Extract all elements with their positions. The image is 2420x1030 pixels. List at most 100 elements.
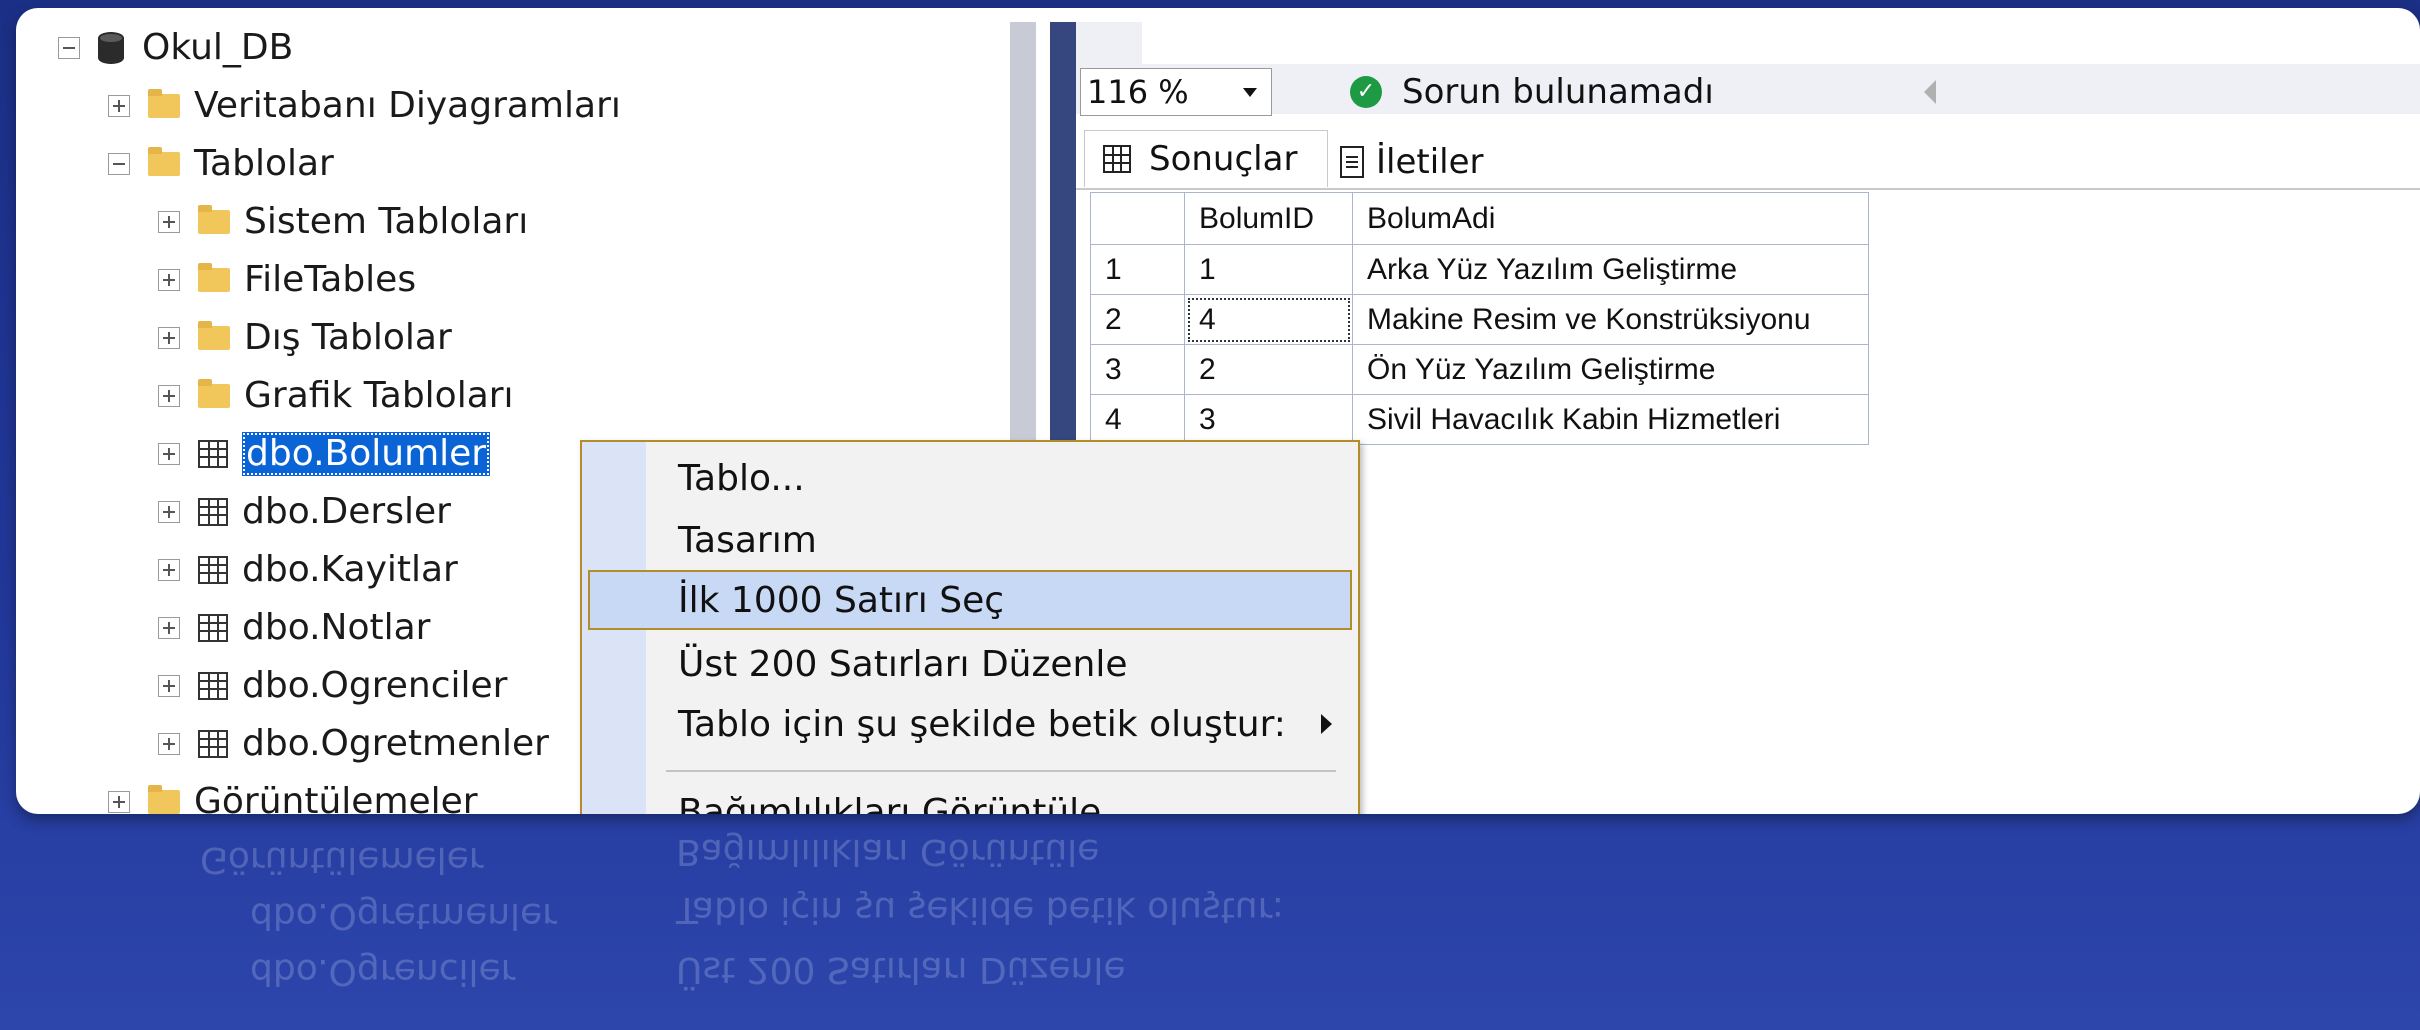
tree-label: Okul_DB xyxy=(142,27,294,68)
row-number[interactable]: 3 xyxy=(1090,344,1185,395)
menu-item-label: Bağımlılıkları Görüntüle xyxy=(678,791,1102,815)
row-number[interactable]: 2 xyxy=(1090,294,1185,345)
reflection-text: Tablo için şu şekilde betik oluştur: xyxy=(676,889,1284,930)
column-header[interactable]: BolumID xyxy=(1184,192,1353,245)
chevron-down-icon xyxy=(1243,87,1257,97)
expand-icon[interactable] xyxy=(158,443,180,465)
tree-node-dis-tablolar[interactable]: Dış Tablolar xyxy=(158,312,452,364)
table-cell[interactable]: 1 xyxy=(1184,244,1353,295)
menu-item-label: Üst 200 Satırları Düzenle xyxy=(678,643,1128,685)
tree-node-dbo-ogrenciler[interactable]: dbo.Ogrenciler xyxy=(158,660,507,712)
menu-item-bagimliliklari-goruntule[interactable]: Bağımlılıkları Görüntüle xyxy=(582,782,1358,815)
tree-label: FileTables xyxy=(244,259,417,300)
tree-label: Tablolar xyxy=(194,143,334,184)
reflection-text: Görüntülemeler xyxy=(200,839,484,880)
reflection-text: Bağımlılıkları Görüntüle xyxy=(676,831,1100,872)
tree-node-sistem-tablolari[interactable]: Sistem Tabloları xyxy=(158,196,528,248)
table-icon xyxy=(198,556,228,584)
tree-node-filetables[interactable]: FileTables xyxy=(158,254,416,306)
tree-label: dbo.Notlar xyxy=(242,607,431,648)
tree-node-veritabani-diyagramlari[interactable]: Veritabanı Diyagramları xyxy=(108,80,621,132)
table-row[interactable]: 3 2 Ön Yüz Yazılım Geliştirme xyxy=(1090,344,1869,395)
folder-icon xyxy=(198,205,230,234)
tab-results-label: Sonuçlar xyxy=(1149,139,1298,179)
table-icon xyxy=(198,672,228,700)
tree-label: Sistem Tabloları xyxy=(244,201,529,242)
reflection-text: Üst 200 Satırları Düzenle xyxy=(676,949,1126,990)
table-row[interactable]: 1 1 Arka Yüz Yazılım Geliştirme xyxy=(1090,244,1869,295)
tree-node-goruntulemeler[interactable]: Görüntülemeler xyxy=(108,776,478,814)
collapse-icon[interactable] xyxy=(58,37,80,59)
menu-item-tablo[interactable]: Tablo... xyxy=(582,448,1358,508)
expand-icon[interactable] xyxy=(158,211,180,233)
expand-icon[interactable] xyxy=(158,385,180,407)
table-cell-focused[interactable]: 4 xyxy=(1184,294,1353,345)
tree-label: dbo.Ogretmenler xyxy=(242,723,549,764)
table-icon xyxy=(198,498,228,526)
screenshot-panel: Okul_DB Veritabanı Diyagramları Tablolar… xyxy=(16,8,2420,814)
menu-item-tasarim[interactable]: Tasarım xyxy=(582,510,1358,570)
folder-icon xyxy=(198,379,230,408)
tree-node-dbo-ogretmenler[interactable]: dbo.Ogretmenler xyxy=(158,718,549,770)
tree-label: dbo.Ogrenciler xyxy=(242,665,508,706)
menu-item-ust-200-satirlari-duzenle[interactable]: Üst 200 Satırları Düzenle xyxy=(582,634,1358,694)
menu-item-label: Tablo için şu şekilde betik oluştur: xyxy=(678,703,1286,745)
status-text: Sorun bulunamadı xyxy=(1402,72,1714,112)
messages-icon xyxy=(1340,146,1364,178)
expand-icon[interactable] xyxy=(158,675,180,697)
table-row[interactable]: 2 4 Makine Resim ve Konstrüksiyonu xyxy=(1090,294,1869,345)
tree-node-tablolar[interactable]: Tablolar xyxy=(108,138,334,190)
tree-node-dbo-notlar[interactable]: dbo.Notlar xyxy=(158,602,430,654)
folder-icon xyxy=(198,263,230,292)
table-row[interactable]: 4 3 Sivil Havacılık Kabin Hizmetleri xyxy=(1090,394,1869,445)
row-number[interactable]: 4 xyxy=(1090,394,1185,445)
expand-icon[interactable] xyxy=(158,269,180,291)
menu-item-betik-olustur[interactable]: Tablo için şu şekilde betik oluştur: xyxy=(582,694,1358,754)
tree-label: Dış Tablolar xyxy=(244,317,452,358)
table-cell[interactable]: 3 xyxy=(1184,394,1353,445)
zoom-value: 116 % xyxy=(1087,73,1189,111)
expand-icon[interactable] xyxy=(108,791,130,813)
expand-icon[interactable] xyxy=(158,559,180,581)
folder-icon xyxy=(148,147,180,176)
zoom-dropdown[interactable]: 116 % xyxy=(1080,68,1272,116)
expand-icon[interactable] xyxy=(108,95,130,117)
row-number[interactable]: 1 xyxy=(1090,244,1185,295)
tree-node-dbo-kayitlar[interactable]: dbo.Kayitlar xyxy=(158,544,458,596)
panel-reflection: Görüntülemeler dbo.Ogretmenler dbo.Ogren… xyxy=(0,816,2420,1030)
menu-item-label: Tasarım xyxy=(678,519,817,561)
tree-node-okul-db[interactable]: Okul_DB xyxy=(58,22,293,74)
menu-item-ilk-1000-satiri-sec[interactable]: İlk 1000 Satırı Seç xyxy=(588,570,1352,630)
tree-label: dbo.Kayitlar xyxy=(242,549,458,590)
tree-label: dbo.Dersler xyxy=(242,491,451,532)
column-header[interactable]: BolumAdi xyxy=(1352,192,1869,245)
grid-icon xyxy=(1103,145,1131,173)
tree-label: Grafik Tabloları xyxy=(244,375,514,416)
table-cell[interactable]: Ön Yüz Yazılım Geliştirme xyxy=(1352,344,1869,395)
tree-label-selected: dbo.Bolumler xyxy=(242,432,491,476)
tab-results[interactable]: Sonuçlar xyxy=(1084,130,1328,187)
tree-node-dbo-dersler[interactable]: dbo.Dersler xyxy=(158,486,451,538)
table-icon xyxy=(198,440,228,468)
collapse-icon[interactable] xyxy=(108,153,130,175)
results-grid: BolumID BolumAdi 1 1 Arka Yüz Yazılım Ge… xyxy=(1090,192,1869,445)
tree-label: Veritabanı Diyagramları xyxy=(194,85,621,126)
folder-icon xyxy=(148,785,180,814)
menu-separator xyxy=(666,770,1336,772)
expand-icon[interactable] xyxy=(158,327,180,349)
table-cell[interactable]: Makine Resim ve Konstrüksiyonu xyxy=(1352,294,1869,345)
tab-messages[interactable]: İletiler xyxy=(1328,134,1508,190)
expand-icon[interactable] xyxy=(158,617,180,639)
tree-node-dbo-bolumler[interactable]: dbo.Bolumler xyxy=(158,428,491,480)
submenu-arrow-icon xyxy=(1321,714,1332,734)
table-cell[interactable]: Sivil Havacılık Kabin Hizmetleri xyxy=(1352,394,1869,445)
scroll-left-icon[interactable] xyxy=(1924,80,1936,104)
tree-label: Görüntülemeler xyxy=(194,781,478,814)
table-cell[interactable]: Arka Yüz Yazılım Geliştirme xyxy=(1352,244,1869,295)
expand-icon[interactable] xyxy=(158,501,180,523)
check-circle-icon: ✓ xyxy=(1350,76,1382,108)
tree-node-grafik-tablolari[interactable]: Grafik Tabloları xyxy=(158,370,514,422)
expand-icon[interactable] xyxy=(158,733,180,755)
row-number-header[interactable] xyxy=(1090,192,1185,245)
table-cell[interactable]: 2 xyxy=(1184,344,1353,395)
